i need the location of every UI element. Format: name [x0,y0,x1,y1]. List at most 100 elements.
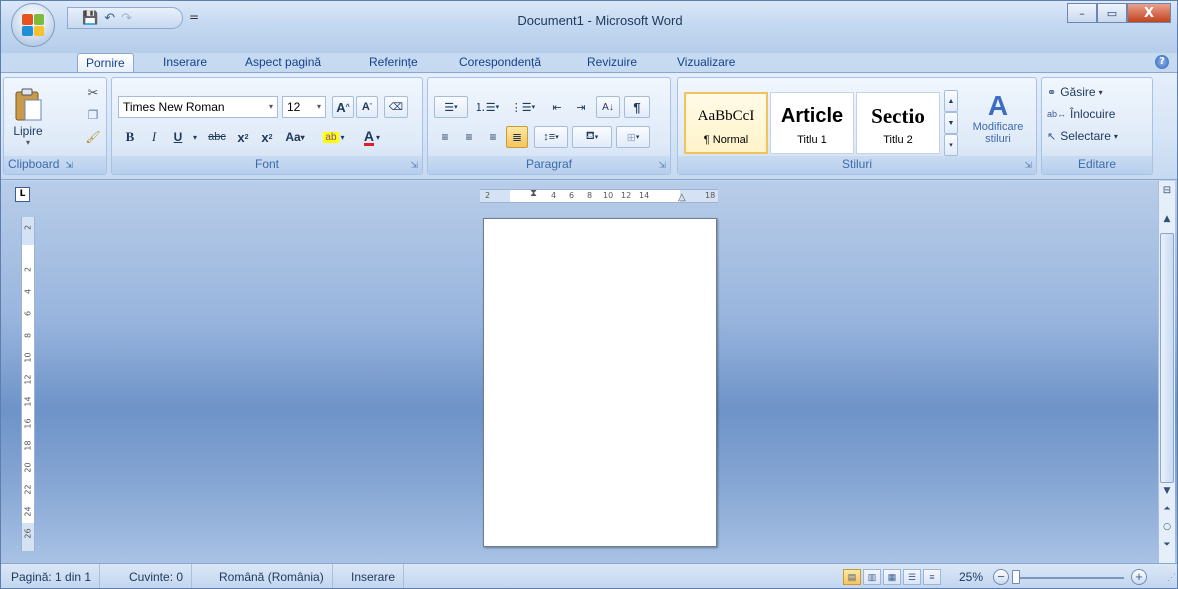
grow-font-button[interactable]: A ^ [332,96,354,118]
clipboard-launcher-icon[interactable]: ⇲ [65,160,73,170]
group-paragraph: ☰ ▾ ⒈☰ ▾ ⋮☰ ▾ ⇤ ⇥ A↓ ¶ ≡ ≡ ≡ ≣ ↕≡ ▾ ⛾ ▾ ⊞ ▾ Pa… [427,77,671,175]
ruler-number: 6 [23,310,33,317]
font-family-combo[interactable]: Times New Roman ▾ [118,96,278,118]
next-page-button[interactable]: ⏷ [1159,537,1175,553]
change-styles-button[interactable]: A Modificare stiluri [962,82,1034,154]
show-formatting-button[interactable]: ¶ [624,96,650,118]
ruler-number: 2 [485,191,491,200]
shrink-font-button[interactable]: Aˇ [356,96,378,118]
numbering-icon: ⒈☰ [474,102,496,114]
maximize-button[interactable]: ▭ [1097,3,1127,23]
select-button[interactable]: ↖ Selectare ▾ [1046,126,1150,146]
styles-gallery-more[interactable]: ▾ [944,134,958,156]
zoom-slider-track[interactable] [1012,577,1124,579]
bold-button[interactable]: B [120,126,140,148]
select-browse-object-button[interactable]: ○ [1159,519,1175,535]
draft-view-button[interactable]: ≡ [923,569,941,585]
shading-button[interactable]: ⛾ ▾ [572,126,612,148]
horizontal-ruler[interactable]: 2 4 6 8 10 12 14 18 ⧗ △ [480,188,718,203]
binoculars-icon: ⚭ [1047,86,1057,99]
format-painter-icon[interactable]: 🖌 [84,128,102,146]
bullets-button[interactable]: ☰ ▾ [434,96,468,118]
outline-view-button[interactable]: ☰ [903,569,921,585]
align-center-button[interactable]: ≡ [458,126,480,148]
zoom-in-button[interactable]: + [1131,569,1147,585]
scroll-up-button[interactable]: ▲ [1159,211,1175,227]
cut-icon[interactable]: ✂ [84,84,102,102]
ruler-number: 8 [23,332,33,339]
font-size-combo[interactable]: 12 ▾ [282,96,326,118]
align-right-button[interactable]: ≡ [482,126,504,148]
document-page[interactable] [483,218,717,547]
vertical-ruler[interactable]: 2 2 4 6 8 10 12 14 16 18 20 22 24 26 [21,217,35,551]
view-ruler-icon[interactable]: ⊟ [1159,183,1175,199]
style-normal[interactable]: AaBbCcI ¶ Normal [684,92,768,154]
word-count[interactable]: Cuvinte: 0 [121,564,193,588]
subscript-button[interactable]: x2 [232,126,254,148]
clear-formatting-button[interactable]: ⌫ [384,96,408,118]
full-screen-reading-button[interactable]: ▥ [863,569,881,585]
zoom-slider-thumb[interactable] [1012,570,1020,584]
zoom-level[interactable]: 25% [959,564,983,588]
tab-vizualizare[interactable]: Vizualizare [669,53,743,73]
replace-button[interactable]: ab↔ Înlocuire [1046,104,1150,124]
styles-scroll-down[interactable]: ▼ [944,112,958,134]
find-button[interactable]: ⚭ Găsire ▾ [1046,82,1150,102]
first-line-indent-marker[interactable]: ⧗ [530,188,537,199]
tab-inserare[interactable]: Inserare [155,53,215,73]
resize-grip-icon[interactable]: ⋰ [1167,572,1176,583]
multilevel-list-icon: ⋮☰ [510,101,532,114]
borders-button[interactable]: ⊞ ▾ [616,126,650,148]
insert-mode-indicator[interactable]: Inserare [343,564,405,588]
sort-button[interactable]: A↓ [596,96,620,118]
align-left-button[interactable]: ≡ [434,126,456,148]
page-count[interactable]: Pagină: 1 din 1 [3,564,101,588]
previous-page-button[interactable]: ⏶ [1159,501,1175,517]
style-heading2[interactable]: Sectio Titlu 2 [856,92,940,154]
tab-stop-selector[interactable]: L [15,187,30,202]
underline-dropdown[interactable]: ▾ [190,126,200,148]
line-spacing-button[interactable]: ↕≡ ▾ [534,126,568,148]
scrollbar-thumb[interactable] [1160,233,1174,483]
strikethrough-button[interactable]: abc [204,126,230,148]
paste-button[interactable]: Lipire ▾ [8,82,48,152]
ruler-number: 18 [23,440,33,451]
styles-scroll-up[interactable]: ▲ [944,90,958,112]
underline-button[interactable]: U [168,126,188,148]
align-right-icon: ≡ [489,130,497,144]
tab-referinte[interactable]: Referințe [361,53,426,73]
tab-pornire[interactable]: Pornire [77,53,134,73]
copy-icon[interactable]: ❐ [84,106,102,124]
tab-corespondenta[interactable]: Corespondență [451,53,549,73]
justify-button[interactable]: ≣ [506,126,528,148]
styles-launcher-icon[interactable]: ⇲ [1024,161,1032,171]
ruler-number: 12 [23,374,33,385]
change-case-button[interactable]: Aa ▾ [280,126,310,148]
superscript-button[interactable]: x2 [256,126,278,148]
italic-button[interactable]: I [144,126,164,148]
style-normal-label: ¶ Normal [703,134,749,146]
close-button[interactable]: X [1127,3,1171,23]
web-layout-button[interactable]: ▦ [883,569,901,585]
zoom-out-button[interactable]: − [993,569,1009,585]
language-indicator[interactable]: Română (România) [211,564,333,588]
right-indent-marker[interactable]: △ [678,192,686,203]
tab-revizuire[interactable]: Revizuire [579,53,645,73]
group-label-font: Font [112,156,422,174]
vertical-scrollbar[interactable]: ⊟ ▲ ▼ ⏶ ○ ⏷ [1158,181,1175,563]
font-color-button[interactable]: A ▾ [354,126,390,148]
scroll-down-button[interactable]: ▼ [1159,483,1175,499]
ruler-number: 14 [639,191,650,200]
style-heading1[interactable]: Article Titlu 1 [770,92,854,154]
help-icon[interactable]: ? [1155,55,1169,69]
minimize-button[interactable]: – [1067,3,1097,23]
highlight-button[interactable]: ab ▾ [316,126,352,148]
tab-aspect-pagina[interactable]: Aspect pagină [237,53,329,73]
multilevel-list-button[interactable]: ⋮☰ ▾ [506,96,540,118]
numbering-button[interactable]: ⒈☰ ▾ [470,96,504,118]
font-launcher-icon[interactable]: ⇲ [410,161,418,171]
decrease-indent-button[interactable]: ⇤ [546,96,568,118]
print-layout-view-button[interactable]: ▤ [843,569,861,585]
paragraph-launcher-icon[interactable]: ⇲ [658,161,666,171]
increase-indent-button[interactable]: ⇥ [570,96,592,118]
